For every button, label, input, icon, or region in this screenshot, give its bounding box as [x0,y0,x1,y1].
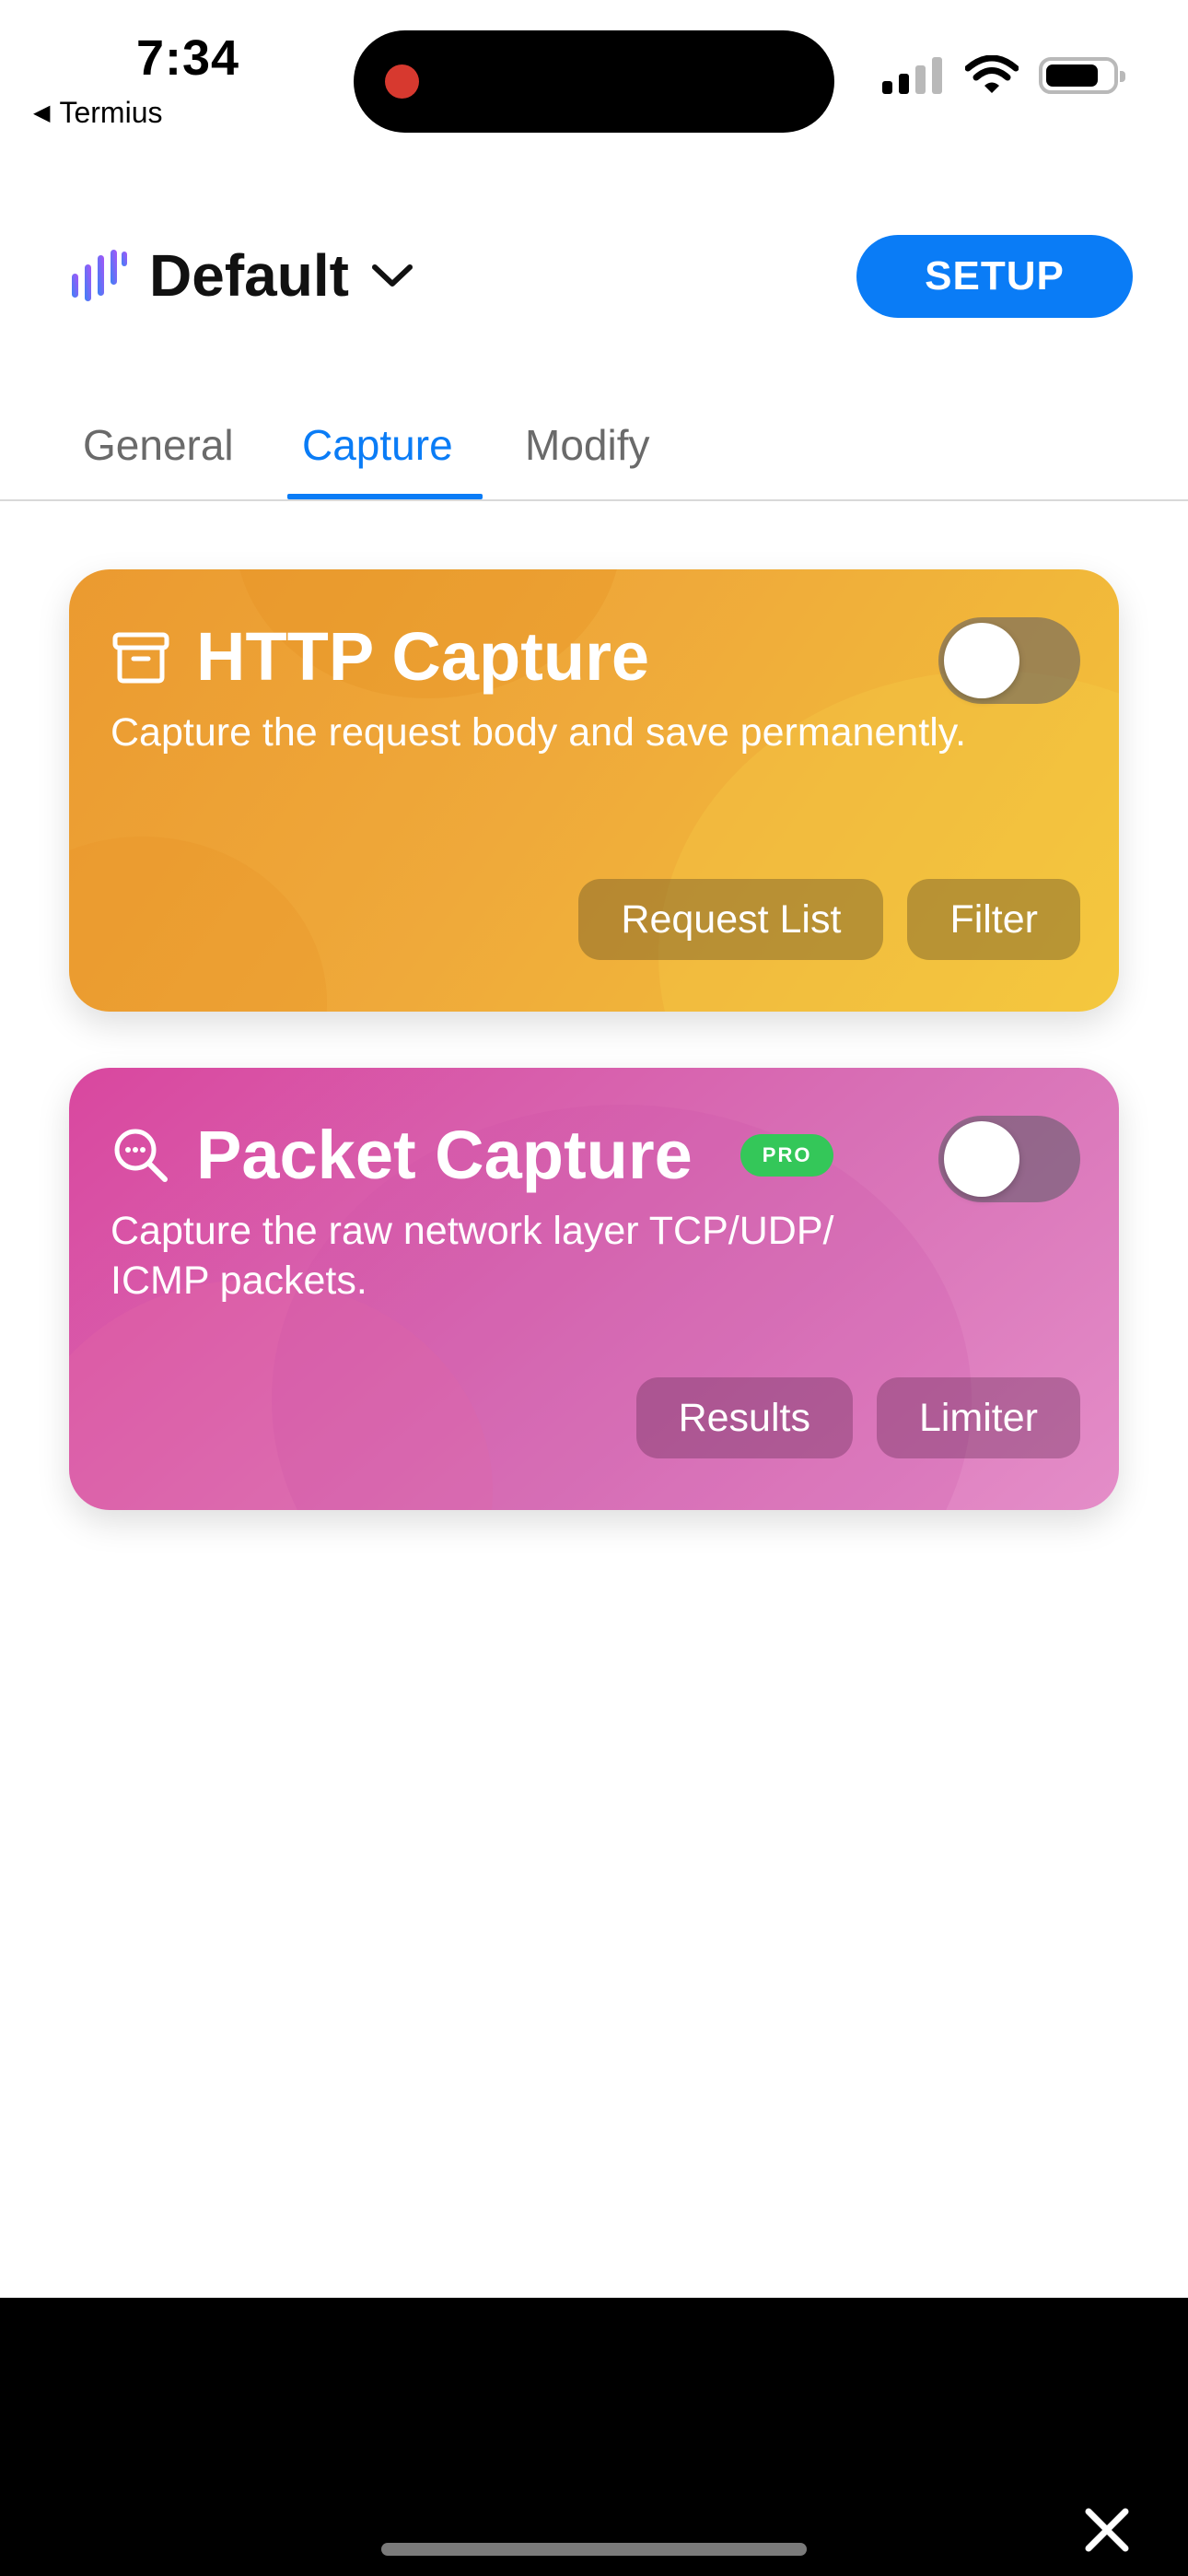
back-triangle-icon: ◀ [33,100,51,125]
http-capture-title: HTTP Capture [196,618,650,695]
status-indicators [882,55,1125,96]
http-capture-description: Capture the request body and save perman… [111,710,967,755]
profile-title: Default [149,242,349,309]
packet-capture-header: Packet Capture PRO [110,1116,834,1194]
search-dots-icon [114,1129,168,1182]
cellular-signal-icon [882,57,942,94]
http-capture-header: HTTP Capture [110,617,649,696]
http-capture-toggle[interactable] [938,617,1080,704]
tab-modify[interactable]: Modify [525,420,649,470]
home-indicator[interactable] [381,2543,807,2556]
limiter-button[interactable]: Limiter [876,1377,1080,1458]
http-capture-card: HTTP Capture Capture the request body an… [69,569,1119,1012]
waveform-logo-icon [72,250,127,301]
status-time: 7:34 [136,30,240,86]
active-tab-indicator [287,494,483,499]
packet-capture-toggle[interactable] [938,1116,1080,1202]
packet-capture-description: Capture the raw network layer TCP/UDP/ I… [111,1209,834,1303]
packet-capture-card: Packet Capture PRO Capture the raw netwo… [69,1068,1119,1510]
packet-capture-title: Packet Capture [196,1117,693,1193]
wifi-icon [965,55,1019,93]
back-app-label: Termius [59,96,163,129]
setup-button[interactable]: SETUP [856,235,1133,318]
archive-box-icon [112,632,169,683]
filter-button[interactable]: Filter [907,879,1080,960]
tab-capture[interactable]: Capture [302,420,453,470]
pro-badge: PRO [740,1133,834,1177]
chevron-down-icon [371,264,413,287]
recording-indicator-icon [385,64,419,99]
tab-bar: General Capture Modify [0,387,1188,501]
tab-general[interactable]: General [83,420,234,470]
dynamic-island [354,30,834,133]
bottom-bar [0,2298,1188,2576]
request-list-button[interactable]: Request List [578,879,884,960]
battery-icon [1039,57,1125,94]
back-to-app-link[interactable]: ◀ Termius [33,96,162,130]
results-button[interactable]: Results [635,1377,853,1458]
close-icon[interactable] [1081,2504,1133,2556]
profile-selector[interactable]: Default [70,241,415,310]
